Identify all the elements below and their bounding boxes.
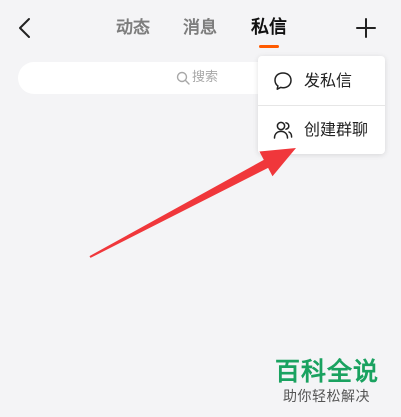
top-bar: 动态 消息 私信 bbox=[0, 0, 401, 58]
menu-item-label: 创建群聊 bbox=[304, 120, 369, 139]
people-icon bbox=[273, 121, 293, 139]
watermark-logo: 百科全说 助你轻松解决 bbox=[275, 356, 387, 410]
tab-sixin[interactable]: 私信 bbox=[251, 14, 287, 42]
watermark-title: 百科全说 bbox=[275, 357, 380, 386]
chevron-left-icon[interactable] bbox=[14, 16, 38, 40]
search-icon bbox=[176, 71, 190, 85]
dropdown-menu: 发私信 创建群聊 bbox=[258, 56, 385, 154]
watermark-subtitle: 助你轻松解决 bbox=[283, 389, 370, 405]
chat-bubble-icon bbox=[274, 72, 292, 90]
search-placeholder: 搜索 bbox=[192, 70, 219, 85]
menu-item-create-group[interactable]: 创建群聊 bbox=[258, 106, 385, 154]
menu-item-label: 发私信 bbox=[304, 71, 353, 90]
tab-xiaoxi[interactable]: 消息 bbox=[183, 14, 217, 42]
active-tab-indicator bbox=[259, 45, 279, 48]
menu-item-send-message[interactable]: 发私信 bbox=[258, 57, 385, 105]
tab-dongtai[interactable]: 动态 bbox=[116, 14, 150, 42]
plus-icon[interactable] bbox=[355, 17, 377, 39]
